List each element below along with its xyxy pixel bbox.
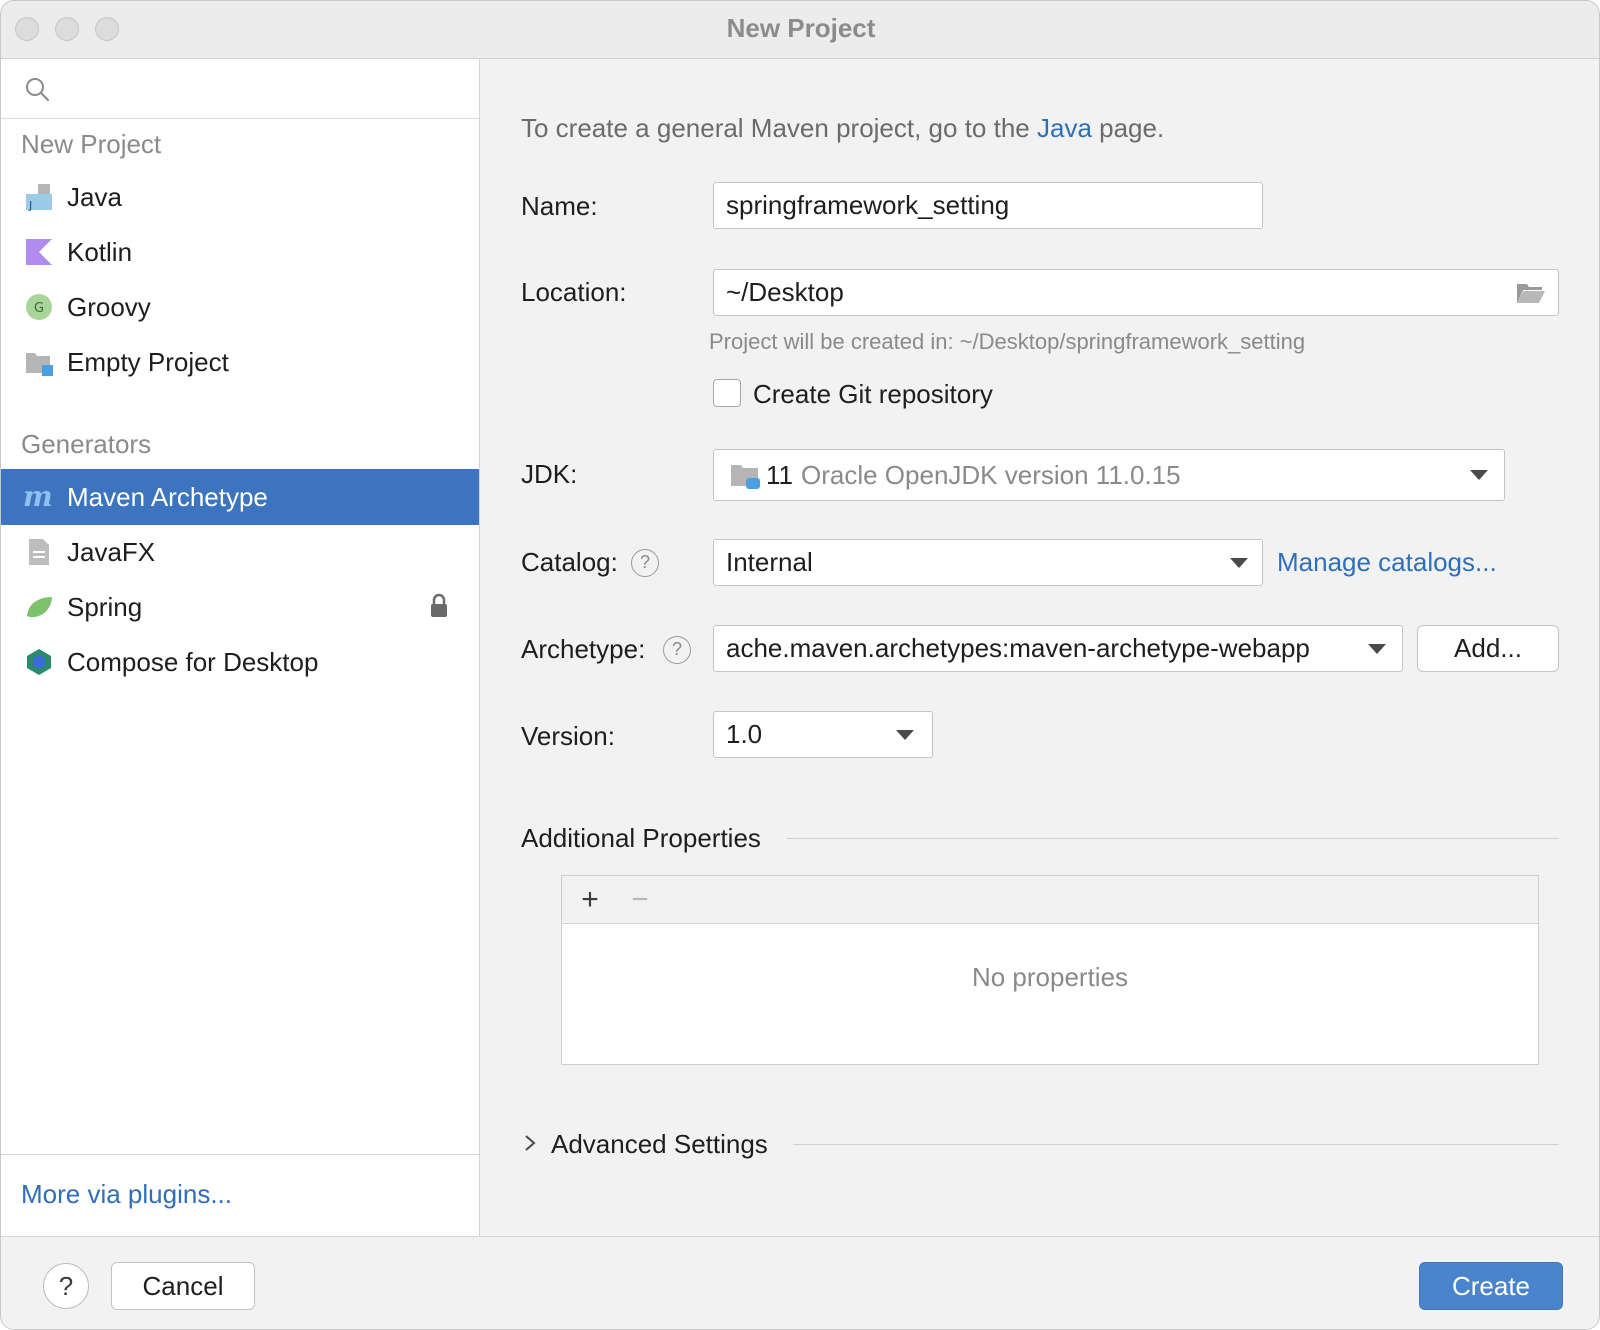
sidebar-item-spring[interactable]: Spring xyxy=(1,579,479,635)
catalog-dropdown[interactable]: Internal xyxy=(713,539,1263,586)
location-input[interactable] xyxy=(726,277,1506,308)
new-project-dialog: New Project New Project J Java Kotlin G … xyxy=(0,0,1600,1330)
jdk-version: 11 xyxy=(766,459,793,490)
additional-properties-header: Additional Properties xyxy=(521,823,761,853)
archetype-help-icon[interactable]: ? xyxy=(663,636,691,664)
create-git-label[interactable]: Create Git repository xyxy=(753,379,993,410)
add-archetype-button[interactable]: Add... xyxy=(1417,625,1559,672)
sidebar-item-label: Groovy xyxy=(67,291,151,322)
location-field[interactable] xyxy=(713,269,1559,316)
version-dropdown[interactable]: 1.0 xyxy=(713,711,933,758)
more-via-plugins-link[interactable]: More via plugins... xyxy=(21,1179,232,1210)
java-icon: J xyxy=(23,181,55,213)
sidebar-item-empty-project[interactable]: Empty Project xyxy=(1,334,479,390)
section-header-new-project: New Project xyxy=(21,129,162,159)
archetype-label: Archetype: xyxy=(521,634,646,664)
sidebar-item-compose-for-desktop[interactable]: Compose for Desktop xyxy=(1,634,479,690)
section-divider xyxy=(793,1144,1559,1145)
project-type-sidebar: New Project J Java Kotlin G Groovy Empty… xyxy=(1,59,480,1236)
remove-property-button[interactable]: − xyxy=(622,882,658,918)
maven-icon: m xyxy=(23,481,55,513)
chevron-down-icon xyxy=(1470,470,1488,480)
sidebar-search[interactable] xyxy=(1,59,479,119)
java-page-link[interactable]: Java xyxy=(1037,113,1092,143)
title-bar: New Project xyxy=(1,1,1599,59)
version-value: 1.0 xyxy=(726,719,763,749)
advanced-settings-toggle[interactable]: Advanced Settings xyxy=(551,1129,768,1160)
location-hint: Project will be created in: ~/Desktop/sp… xyxy=(709,329,1306,354)
project-settings-panel: To create a general Maven project, go to… xyxy=(481,59,1599,1236)
name-label: Name: xyxy=(521,191,598,221)
jdk-folder-icon xyxy=(731,465,760,489)
properties-toolbar: + − xyxy=(562,876,1538,924)
help-button[interactable]: ? xyxy=(43,1263,89,1309)
intro-prefix: To create a general Maven project, go to… xyxy=(521,113,1037,143)
svg-text:J: J xyxy=(28,199,32,212)
version-label: Version: xyxy=(521,721,615,751)
spring-icon xyxy=(23,591,55,623)
archetype-dropdown[interactable]: ache.maven.archetypes:maven-archetype-we… xyxy=(713,625,1403,672)
catalog-label: Catalog: xyxy=(521,547,618,577)
name-field[interactable] xyxy=(713,182,1263,229)
sidebar-item-label: Java xyxy=(67,181,122,212)
location-label: Location: xyxy=(521,277,627,307)
sidebar-item-kotlin[interactable]: Kotlin xyxy=(1,224,479,280)
manage-catalogs-link[interactable]: Manage catalogs... xyxy=(1277,547,1497,578)
groovy-icon: G xyxy=(23,291,55,323)
chevron-down-icon xyxy=(1230,557,1248,568)
sidebar-item-maven-archetype[interactable]: m Maven Archetype xyxy=(1,469,479,525)
sidebar-item-java[interactable]: J Java xyxy=(1,169,479,225)
sidebar-item-label: JavaFX xyxy=(67,536,156,567)
jdk-label: JDK: xyxy=(521,459,578,489)
sidebar-item-javafx[interactable]: JavaFX xyxy=(1,524,479,580)
chevron-down-icon xyxy=(896,729,914,740)
window-title: New Project xyxy=(726,13,876,43)
folder-icon[interactable] xyxy=(1516,281,1546,305)
archetype-value: ache.maven.archetypes:maven-archetype-we… xyxy=(726,633,1310,663)
compose-icon xyxy=(23,646,55,678)
catalog-value: Internal xyxy=(726,547,813,577)
intro-text: To create a general Maven project, go to… xyxy=(521,113,1164,144)
chevron-right-icon[interactable] xyxy=(523,1133,537,1153)
lock-icon xyxy=(431,593,447,617)
sidebar-item-label: Maven Archetype xyxy=(67,481,268,512)
sidebar-item-label: Empty Project xyxy=(67,346,229,377)
jdk-dropdown[interactable]: 11 Oracle OpenJDK version 11.0.15 xyxy=(713,449,1505,501)
create-git-checkbox[interactable] xyxy=(713,379,741,407)
properties-table: + − No properties xyxy=(561,875,1539,1065)
cancel-button[interactable]: Cancel xyxy=(111,1262,255,1310)
add-property-button[interactable]: + xyxy=(572,882,608,918)
sidebar-footer: More via plugins... xyxy=(1,1154,479,1236)
dialog-footer: ? Cancel Create xyxy=(1,1236,1599,1329)
search-icon xyxy=(26,78,49,101)
javafx-icon xyxy=(23,536,55,568)
create-button[interactable]: Create xyxy=(1419,1262,1563,1310)
no-properties-text: No properties xyxy=(971,962,1129,992)
sidebar-item-groovy[interactable]: G Groovy xyxy=(1,279,479,335)
svg-text:m: m xyxy=(23,482,53,512)
kotlin-icon xyxy=(23,236,55,268)
sidebar-item-label: Spring xyxy=(67,591,143,622)
svg-text:G: G xyxy=(34,301,44,316)
section-divider xyxy=(787,838,1559,839)
jdk-name: Oracle OpenJDK version 11.0.15 xyxy=(801,459,1181,490)
intro-suffix: page. xyxy=(1091,113,1165,143)
chevron-down-icon xyxy=(1368,643,1386,654)
sidebar-item-label: Compose for Desktop xyxy=(67,646,319,677)
sidebar-item-label: Kotlin xyxy=(67,236,133,267)
name-input[interactable] xyxy=(726,190,1262,221)
empty-project-icon xyxy=(23,346,55,378)
catalog-help-icon[interactable]: ? xyxy=(631,549,659,577)
section-header-generators: Generators xyxy=(21,429,152,459)
